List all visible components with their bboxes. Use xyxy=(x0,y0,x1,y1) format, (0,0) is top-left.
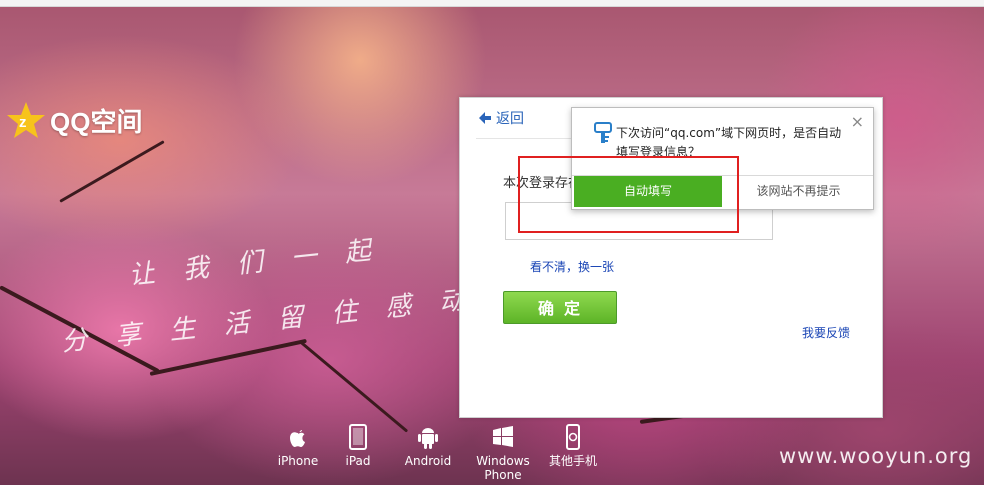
confirm-button[interactable]: 确定 xyxy=(503,291,617,324)
platform-windows-phone[interactable]: Windows Phone xyxy=(468,424,538,482)
back-label: 返回 xyxy=(496,111,524,127)
feedback-link[interactable]: 我要反馈 xyxy=(802,324,850,341)
refresh-captcha-link[interactable]: 看不清，换一张 xyxy=(530,258,614,275)
highlight-box xyxy=(518,156,739,233)
never-prompt-button[interactable]: 该网站不再提示 xyxy=(726,176,871,207)
platform-android[interactable]: Android xyxy=(388,424,468,482)
close-icon[interactable]: × xyxy=(851,114,864,130)
autofill-message: 下次访问“qq.com”域下网页时，是否自动填写登录信息？ xyxy=(616,126,842,156)
phone-icon xyxy=(566,424,580,450)
platform-label: iPhone xyxy=(277,454,319,468)
windows-icon xyxy=(493,426,513,447)
watermark: www.wooyun.org xyxy=(779,444,973,468)
android-icon xyxy=(418,428,438,449)
platform-label: Windows Phone xyxy=(476,454,530,482)
platform-label: 其他手机 xyxy=(548,454,597,468)
back-arrow-icon xyxy=(479,112,491,124)
key-icon xyxy=(594,122,612,143)
brand-name: QQ空间 xyxy=(50,106,143,137)
back-link[interactable]: 返回 xyxy=(478,108,524,128)
platform-label: Android xyxy=(404,454,452,468)
platform-other-phones[interactable]: 其他手机 xyxy=(538,424,608,482)
ipad-icon xyxy=(349,424,367,450)
qzone-star-icon: z xyxy=(7,102,45,138)
platform-label: iPad xyxy=(345,454,371,468)
browser-top-edge xyxy=(0,0,984,7)
qzone-logo[interactable]: z QQ空间 xyxy=(6,100,142,140)
apple-icon xyxy=(290,430,305,447)
platform-iphone[interactable]: iPhone xyxy=(268,424,328,482)
platform-ipad[interactable]: iPad xyxy=(328,424,388,482)
platform-links: iPhone iPad Android Windows Phone 其他手机 xyxy=(268,424,608,482)
svg-text:z: z xyxy=(19,114,27,131)
